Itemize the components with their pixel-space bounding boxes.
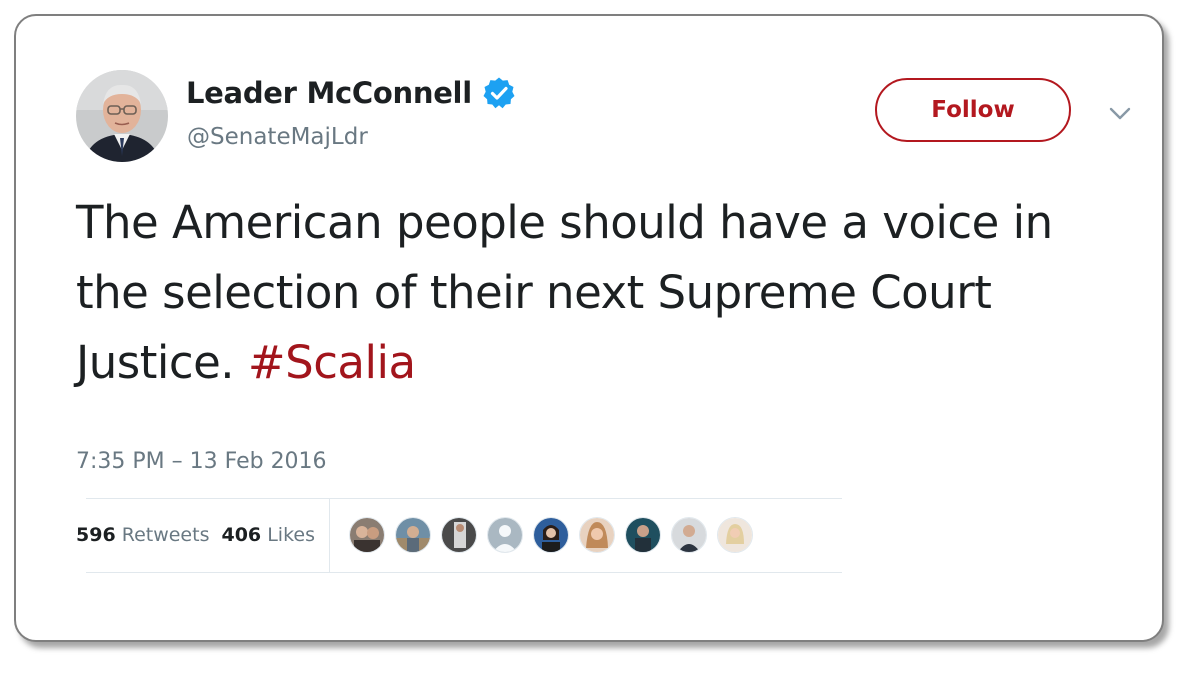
stats-divider-bottom [86,572,842,573]
author-name-row: Leader McConnell [186,76,516,110]
verified-badge-icon [483,77,515,109]
author-handle[interactable]: @SenateMajLdr [187,124,368,150]
likes-label: Likes [267,524,315,546]
tweet-text: The American people should have a voice … [76,188,1136,398]
tweet-body: The American people should have a voice … [76,196,1053,389]
liker-avatar[interactable] [717,517,753,553]
chevron-down-icon[interactable] [1108,106,1132,122]
tweet-timestamp[interactable]: 7:35 PM – 13 Feb 2016 [76,449,327,474]
liker-avatar[interactable] [579,517,615,553]
stats-vertical-divider [329,499,330,572]
liker-avatar[interactable] [671,517,707,553]
liker-avatar-default[interactable] [487,517,523,553]
liker-avatar[interactable] [349,517,385,553]
author-avatar[interactable] [76,70,168,162]
avatar-photo [76,70,168,162]
likes-stat[interactable]: 406 Likes [221,524,315,546]
liker-avatar[interactable] [441,517,477,553]
hashtag-link[interactable]: #Scalia [248,336,416,389]
retweets-stat[interactable]: 596 Retweets [76,524,209,546]
follow-button[interactable]: Follow [875,78,1071,142]
engagement-stats: 596 Retweets 406 Likes [76,524,315,546]
liker-avatars [349,517,763,553]
author-display-name[interactable]: Leader McConnell [186,76,472,110]
liker-avatar[interactable] [395,517,431,553]
stats-divider-top [86,498,842,499]
likes-count: 406 [221,524,262,546]
retweets-label: Retweets [121,524,210,546]
tweet-card: Leader McConnell @SenateMajLdr Follow Th… [14,14,1164,642]
retweets-count: 596 [76,524,116,546]
liker-avatar[interactable] [625,517,661,553]
liker-avatar[interactable] [533,517,569,553]
